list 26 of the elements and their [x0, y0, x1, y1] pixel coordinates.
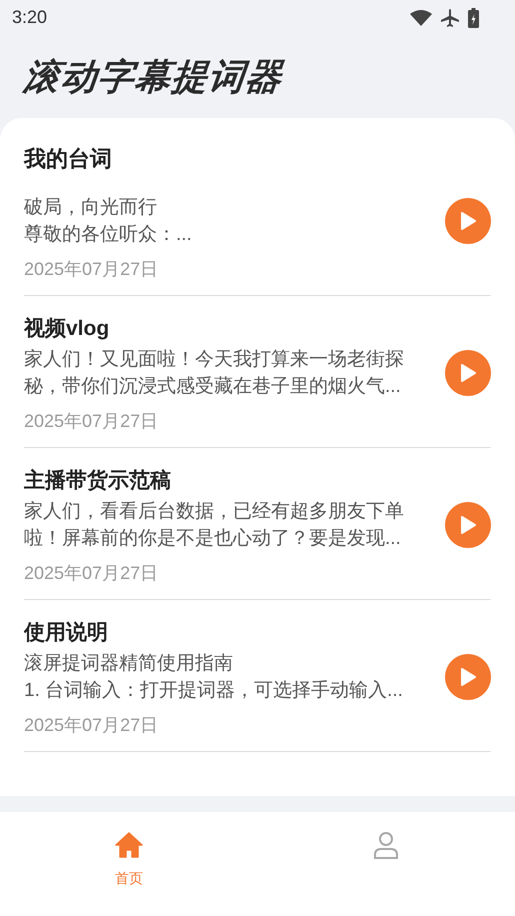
- play-button[interactable]: [445, 350, 491, 396]
- play-icon: [459, 667, 477, 687]
- script-preview: 家人们，看看后台数据，已经有超多朋友下单啦！屏幕前的你是不是也心动了？要是发现...: [24, 500, 405, 551]
- script-preview: 破局，向光而行: [24, 196, 158, 220]
- play-button[interactable]: [445, 654, 491, 700]
- script-date: 2025年07月27日: [24, 714, 160, 737]
- script-date: 2025年07月27日: [24, 410, 160, 433]
- script-date: 2025年07月27日: [24, 258, 160, 281]
- play-icon: [459, 363, 477, 383]
- play-icon: [459, 515, 477, 535]
- script-preview: 滚屏提词器精简使用指南: [24, 652, 234, 676]
- wifi-icon: [410, 8, 432, 26]
- battery-icon: [468, 8, 479, 28]
- home-icon: [114, 830, 144, 860]
- play-icon: [459, 211, 477, 231]
- script-preview: 1. 台词输入：打开提词器，可选择手动输入...: [24, 679, 404, 703]
- section-title: 我的台词: [24, 145, 113, 173]
- play-button[interactable]: [445, 198, 491, 244]
- airplane-icon: [440, 8, 460, 28]
- script-date: 2025年07月27日: [24, 562, 160, 585]
- script-preview: 尊敬的各位听众：...: [24, 223, 193, 247]
- play-button[interactable]: [445, 502, 491, 548]
- script-title: 主播带货示范稿: [24, 468, 172, 494]
- script-preview: 家人们！又见面啦！今天我打算来一场老街探秘，带你们沉浸式感受藏在巷子里的烟火气...: [24, 348, 405, 399]
- status-time: 3:20: [12, 6, 48, 29]
- app-title: 滚动字幕提词器: [21, 54, 286, 98]
